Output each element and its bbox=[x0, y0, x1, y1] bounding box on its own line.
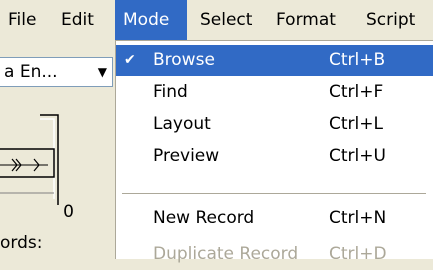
menu-item-shortcut: Ctrl+N bbox=[329, 208, 387, 228]
layout-dropdown-value: a En... bbox=[4, 62, 58, 82]
menu-bar: File Edit Mode Select Format Script bbox=[0, 0, 433, 40]
menu-select[interactable]: Select bbox=[192, 0, 260, 40]
menu-item-label: Duplicate Record bbox=[153, 244, 299, 264]
menu-item-shortcut: Ctrl+U bbox=[329, 146, 386, 166]
menu-item-find[interactable]: Find Ctrl+F bbox=[116, 77, 433, 108]
mode-menu-dropdown: ✔ Browse Ctrl+B Find Ctrl+F Layout Ctrl+… bbox=[115, 40, 433, 264]
menu-format[interactable]: Format bbox=[268, 0, 344, 40]
menu-item-shortcut: Ctrl+B bbox=[329, 50, 386, 70]
menu-item-label: Layout bbox=[153, 114, 211, 134]
menu-edit[interactable]: Edit bbox=[53, 0, 102, 40]
dropdown-arrow-icon[interactable]: ▼ bbox=[98, 58, 107, 86]
menu-item-preview[interactable]: Preview Ctrl+U bbox=[116, 141, 433, 172]
menu-item-shortcut: Ctrl+D bbox=[329, 244, 387, 264]
layout-dropdown[interactable]: a En... ▼ bbox=[0, 57, 113, 87]
menu-item-label: Find bbox=[153, 82, 188, 102]
checkmark-icon: ✔ bbox=[124, 52, 136, 68]
menu-item-new-record[interactable]: New Record Ctrl+N bbox=[116, 203, 433, 234]
menu-item-shortcut: Ctrl+F bbox=[329, 82, 384, 102]
record-number: 0 bbox=[63, 202, 74, 222]
menu-item-label: New Record bbox=[153, 208, 255, 228]
book-navigator-icon[interactable] bbox=[0, 95, 70, 210]
menu-item-label: Preview bbox=[153, 146, 220, 166]
menu-item-browse[interactable]: ✔ Browse Ctrl+B bbox=[116, 45, 433, 76]
menu-separator bbox=[122, 193, 426, 195]
menu-mode[interactable]: Mode bbox=[115, 0, 187, 40]
records-label: ords: bbox=[0, 233, 43, 253]
menu-item-shortcut: Ctrl+L bbox=[329, 114, 383, 134]
menu-item-duplicate-record[interactable]: Duplicate Record Ctrl+D bbox=[116, 239, 433, 270]
menu-item-layout[interactable]: Layout Ctrl+L bbox=[116, 109, 433, 140]
menu-file[interactable]: File bbox=[0, 0, 44, 40]
menu-item-label: Browse bbox=[153, 50, 215, 70]
menu-script[interactable]: Script bbox=[358, 0, 423, 40]
status-area: a En... ▼ 0 ords: bbox=[0, 40, 115, 259]
